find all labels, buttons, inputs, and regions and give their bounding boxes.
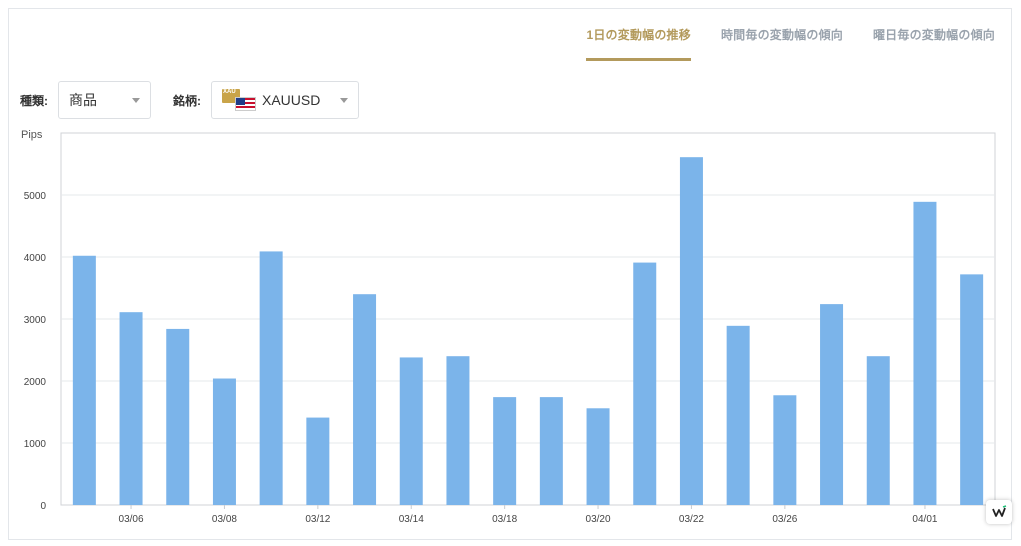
bar xyxy=(633,262,657,505)
bar xyxy=(399,357,423,505)
bar xyxy=(726,325,750,505)
tradingview-widget-icon[interactable] xyxy=(986,500,1012,524)
x-tick-label: 04/01 xyxy=(912,514,937,525)
bar xyxy=(493,397,517,505)
x-tick-label: 03/20 xyxy=(586,514,611,525)
x-tick-label: 03/08 xyxy=(212,514,237,525)
y-tick-label: 4000 xyxy=(24,253,47,264)
bar xyxy=(166,328,190,505)
bar xyxy=(820,304,844,505)
y-tick-label: 2000 xyxy=(24,377,47,388)
x-tick-label: 03/22 xyxy=(679,514,704,525)
bar xyxy=(259,251,283,505)
y-tick-label: 3000 xyxy=(24,315,47,326)
bar xyxy=(306,417,330,505)
y-tick-label: 0 xyxy=(40,501,46,512)
x-tick-label: 03/26 xyxy=(772,514,797,525)
range-bar-chart: 0 1000 2000 3000 4000 5000 03/06 03/08 03/12 03/1… xyxy=(24,132,996,525)
bar xyxy=(913,201,937,505)
y-tick-label: 1000 xyxy=(24,439,47,450)
x-tick-label: 03/14 xyxy=(399,514,424,525)
bar xyxy=(119,312,143,505)
bar xyxy=(586,408,610,505)
bar xyxy=(866,356,890,505)
x-tick-label: 03/06 xyxy=(119,514,144,525)
bar xyxy=(960,274,984,505)
x-tick-label: 03/12 xyxy=(305,514,330,525)
y-tick-label: 5000 xyxy=(24,191,47,202)
bar xyxy=(773,395,797,505)
bar xyxy=(679,157,703,505)
x-tick-label: 03/18 xyxy=(492,514,517,525)
bar xyxy=(353,294,377,505)
bar xyxy=(72,255,96,505)
bar xyxy=(446,356,470,505)
bar xyxy=(539,397,563,505)
bar xyxy=(212,378,236,505)
